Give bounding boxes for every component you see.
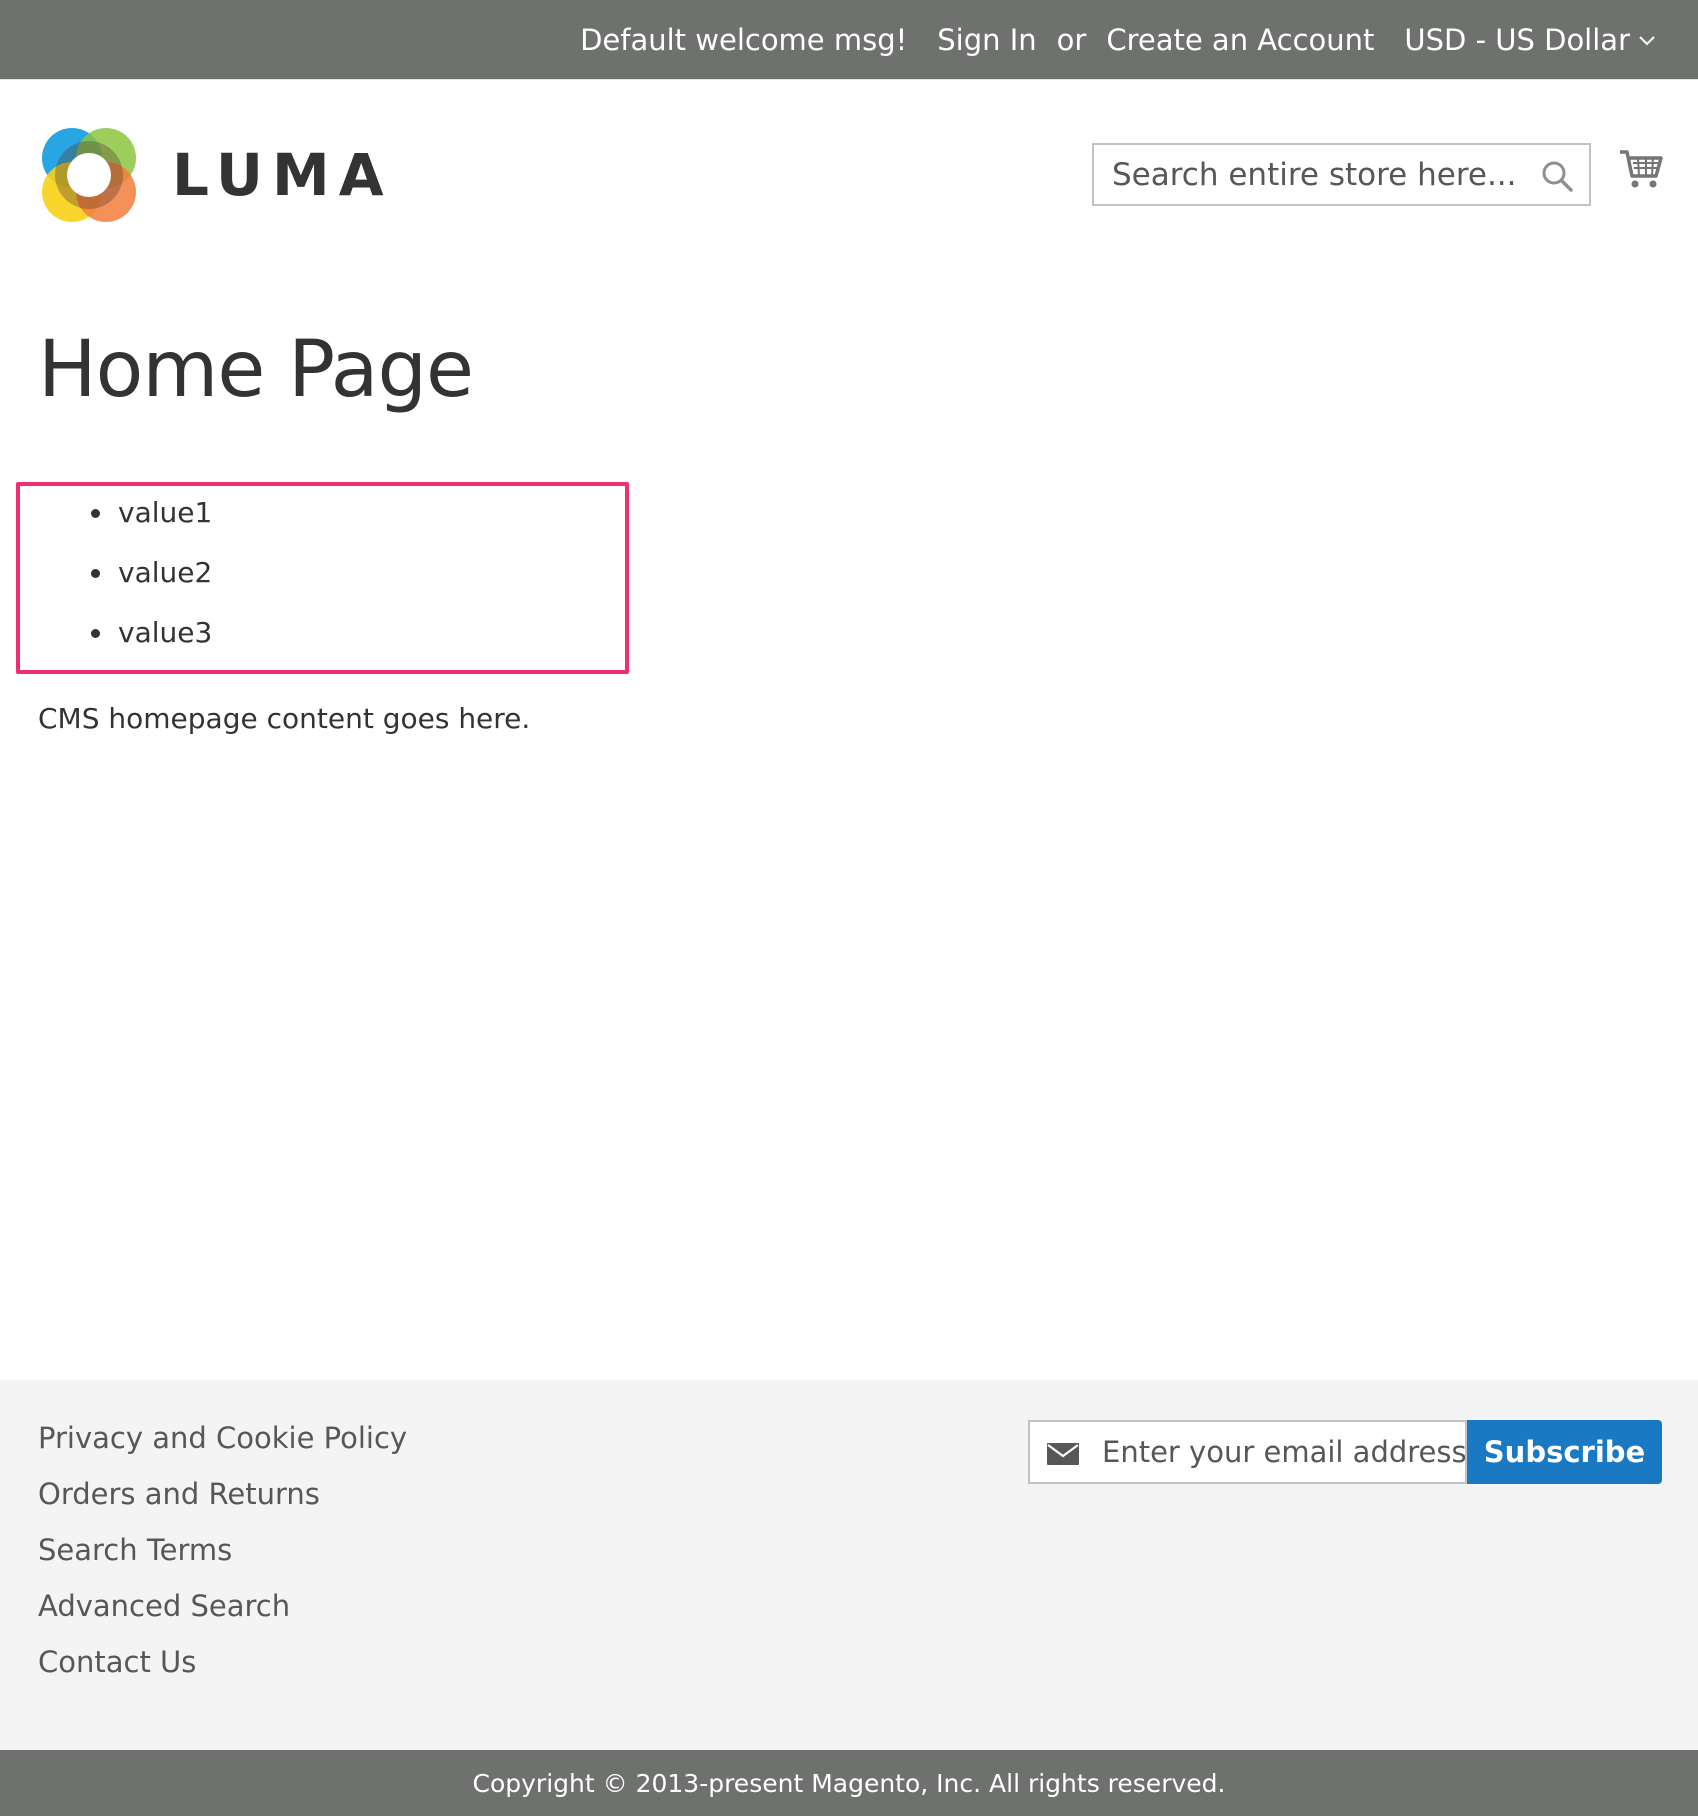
envelope-icon xyxy=(1047,1443,1079,1465)
search-box xyxy=(1092,143,1591,206)
copyright-text: Copyright © 2013-present Magento, Inc. A… xyxy=(472,1768,1226,1798)
list-item: value3 xyxy=(90,614,212,674)
newsletter-form: Subscribe xyxy=(1028,1420,1662,1484)
page-title: Home Page xyxy=(38,325,474,415)
list-item: value1 xyxy=(90,494,212,554)
chevron-down-icon xyxy=(1639,36,1655,46)
luma-logo-icon xyxy=(42,128,136,222)
currency-label: USD - US Dollar xyxy=(1404,23,1630,57)
search-input[interactable] xyxy=(1094,145,1514,204)
logo[interactable]: LUMA xyxy=(38,124,393,226)
footer-link-search-terms[interactable]: Search Terms xyxy=(38,1530,407,1586)
search-icon[interactable] xyxy=(1539,158,1575,194)
create-account-link[interactable]: Create an Account xyxy=(1106,23,1374,57)
footer-link-advanced-search[interactable]: Advanced Search xyxy=(38,1586,407,1642)
welcome-message: Default welcome msg! xyxy=(580,23,908,57)
top-panel: Default welcome msg! Sign In or Create a… xyxy=(0,0,1698,80)
sign-in-link[interactable]: Sign In xyxy=(937,23,1036,57)
page: Default welcome msg! Sign In or Create a… xyxy=(0,0,1698,1816)
cms-content: CMS homepage content goes here. xyxy=(38,702,531,735)
footer: Privacy and Cookie Policy Orders and Ret… xyxy=(0,1380,1698,1750)
newsletter-field xyxy=(1028,1420,1467,1484)
footer-link-privacy[interactable]: Privacy and Cookie Policy xyxy=(38,1418,407,1474)
list-item: value2 xyxy=(90,554,212,614)
copyright-bar: Copyright © 2013-present Magento, Inc. A… xyxy=(0,1750,1698,1816)
currency-switcher[interactable]: USD - US Dollar xyxy=(1404,23,1658,57)
cart-icon[interactable] xyxy=(1618,146,1664,192)
or-separator: or xyxy=(1056,23,1087,57)
subscribe-button[interactable]: Subscribe xyxy=(1467,1420,1662,1484)
footer-link-contact[interactable]: Contact Us xyxy=(38,1642,407,1698)
footer-link-orders-returns[interactable]: Orders and Returns xyxy=(38,1474,407,1530)
newsletter-email-input[interactable] xyxy=(1030,1422,1465,1482)
value-list: value1 value2 value3 xyxy=(90,494,212,674)
header-links: Default welcome msg! Sign In or Create a… xyxy=(580,0,1658,80)
logo-text: LUMA xyxy=(172,141,393,209)
footer-links: Privacy and Cookie Policy Orders and Ret… xyxy=(38,1418,407,1698)
